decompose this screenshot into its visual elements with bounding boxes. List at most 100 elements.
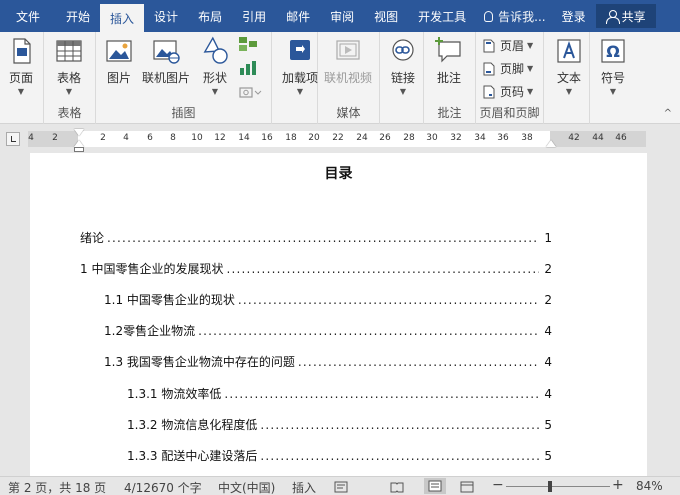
right-indent-marker[interactable] xyxy=(546,140,556,147)
pages-button[interactable]: 页面 ▼ xyxy=(6,34,36,96)
ruler-number: 22 xyxy=(332,133,344,143)
ribbon-tab-bar: 文件 开始 插入 设计 布局 引用 邮件 审阅 视图 开发工具 告诉我... 登… xyxy=(0,0,680,32)
symbols-label: 符号 xyxy=(600,71,625,85)
toc-page-number: 2 xyxy=(544,293,552,307)
zoom-in-button[interactable]: + xyxy=(612,477,624,493)
chevron-down-icon: ▼ xyxy=(609,87,617,96)
read-mode-icon[interactable] xyxy=(390,481,404,493)
tab-mailings[interactable]: 邮件 xyxy=(276,0,320,32)
table-button[interactable]: 表格 ▼ xyxy=(54,34,84,96)
login-button[interactable]: 登录 xyxy=(554,0,594,32)
picture-button[interactable]: 图片 xyxy=(104,34,134,86)
insert-mode-status[interactable]: 插入 xyxy=(292,479,316,495)
collapse-ribbon-icon[interactable]: ^ xyxy=(664,108,672,119)
tab-developer[interactable]: 开发工具 xyxy=(408,0,476,32)
group-links: 链接 ▼ xyxy=(380,32,424,124)
toc-page-number: 1 xyxy=(544,231,552,245)
tab-review[interactable]: 审阅 xyxy=(320,0,364,32)
smartart-icon[interactable] xyxy=(238,36,258,52)
zoom-slider[interactable] xyxy=(506,486,610,487)
ruler-number: 2 xyxy=(100,133,106,143)
toc-entry[interactable]: 1.3.1 物流效率低 ............................… xyxy=(127,385,552,402)
toc-entry[interactable]: 1.1 中国零售企业的现状 ..........................… xyxy=(104,291,552,308)
tab-stop-selector[interactable] xyxy=(6,132,20,146)
person-icon xyxy=(605,10,620,24)
page-count-status[interactable]: 第 2 页，共 18 页 xyxy=(8,479,106,495)
zoom-slider-thumb[interactable] xyxy=(547,481,552,492)
screenshot-icon[interactable] xyxy=(238,84,262,100)
tab-view[interactable]: 视图 xyxy=(364,0,408,32)
text-box-icon xyxy=(557,39,581,63)
svg-text:Ω: Ω xyxy=(606,42,620,61)
shapes-button[interactable]: 形状 ▼ xyxy=(200,34,230,96)
language-status[interactable]: 中文(中国) xyxy=(218,479,275,495)
web-layout-icon[interactable] xyxy=(460,481,474,493)
tab-design[interactable]: 设计 xyxy=(144,0,188,32)
tab-home[interactable]: 开始 xyxy=(56,0,100,32)
chevron-down-icon: ▼ xyxy=(399,87,407,96)
page-icon xyxy=(13,38,31,64)
ruler-number: 36 xyxy=(497,133,509,143)
page-number-label: 页码 xyxy=(500,85,525,99)
vertical-scrollbar[interactable] xyxy=(666,153,680,476)
toc-entry[interactable]: 1.3.2 物流信息化程度低 .........................… xyxy=(127,416,552,433)
share-button[interactable]: 共享 xyxy=(595,4,656,28)
tell-me-search[interactable]: 告诉我... xyxy=(476,0,553,32)
first-line-indent-marker[interactable] xyxy=(74,129,84,136)
tab-insert[interactable]: 插入 xyxy=(100,4,145,32)
ruler-number: 28 xyxy=(403,133,415,143)
group-addins: 加载项 ▼ xyxy=(272,32,318,124)
tab-references[interactable]: 引用 xyxy=(232,0,276,32)
symbols-button[interactable]: Ω 符号 ▼ xyxy=(598,34,628,96)
tell-me-label: 告诉我... xyxy=(498,9,546,24)
toc-leader: ........................................… xyxy=(198,324,539,338)
chart-icon[interactable] xyxy=(238,60,258,76)
zoom-out-button[interactable]: − xyxy=(492,477,504,493)
word-count-status[interactable]: 4/12670 个字 xyxy=(124,479,202,495)
toc-entry[interactable]: 1 中国零售企业的发展现状 ..........................… xyxy=(80,260,552,277)
page-number-button[interactable]: 页码 ▼ xyxy=(482,83,533,100)
group-pages: 页面 ▼ xyxy=(0,32,44,124)
chevron-down-icon: ▼ xyxy=(527,64,534,73)
links-button[interactable]: 链接 ▼ xyxy=(388,34,418,96)
print-layout-button[interactable] xyxy=(424,478,446,494)
macro-record-icon[interactable] xyxy=(334,481,348,493)
document-page[interactable]: 目录 绪论 ..................................… xyxy=(30,153,647,476)
addins-button[interactable]: 加载项 ▼ xyxy=(282,34,318,96)
header-button[interactable]: 页眉 ▼ xyxy=(482,37,533,54)
page-number-icon xyxy=(483,85,495,98)
footer-button[interactable]: 页脚 ▼ xyxy=(482,60,533,77)
toc-entry[interactable]: 1.2零售企业物流 ..............................… xyxy=(104,322,552,339)
ribbon-insert: 页面 ▼ 表格 ▼ 表格 图片 联机图片 形状 ▼ 插图 加载项 ▼ 联机视频 … xyxy=(0,32,680,124)
toc-entry[interactable]: 1.3 我国零售企业物流中存在的问题 .....................… xyxy=(104,353,552,370)
group-header-footer: 页眉 ▼ 页脚 ▼ 页码 ▼ 页眉和页脚 xyxy=(476,32,544,124)
chevron-down-icon: ▼ xyxy=(527,41,534,50)
hanging-indent-marker[interactable] xyxy=(74,140,84,147)
comment-label: 批注 xyxy=(436,71,461,85)
ruler-number: 16 xyxy=(261,133,273,143)
video-icon xyxy=(336,40,360,60)
toc-entry[interactable]: 绪论 .....................................… xyxy=(80,229,552,246)
online-picture-button[interactable]: 联机图片 xyxy=(142,34,190,86)
store-icon xyxy=(290,40,310,60)
tab-file[interactable]: 文件 xyxy=(0,0,56,32)
footer-label: 页脚 xyxy=(500,62,525,76)
ruler-number: 34 xyxy=(474,133,486,143)
online-picture-icon xyxy=(153,40,180,64)
left-indent-marker[interactable] xyxy=(74,147,84,152)
comment-button[interactable]: 批注 xyxy=(434,34,464,86)
group-table: 表格 ▼ 表格 xyxy=(44,32,96,124)
tab-layout[interactable]: 布局 xyxy=(188,0,232,32)
online-video-button[interactable]: 联机视频 xyxy=(324,34,372,86)
zoom-level[interactable]: 84% xyxy=(636,479,663,493)
toc-entry-text: 1.3.1 物流效率低 xyxy=(127,387,222,401)
group-label-media: 媒体 xyxy=(336,106,361,120)
horizontal-ruler[interactable]: 4 2 2 4 6 8 10 12 14 16 18 20 22 24 26 28 30 32 34 36 38 42 44… xyxy=(0,125,680,153)
table-label: 表格 xyxy=(56,71,81,85)
text-button[interactable]: 文本 ▼ xyxy=(554,34,584,96)
toc-leader: ........................................… xyxy=(260,449,539,463)
toc-entry[interactable]: 1.3.3 配送中心建设落后 .........................… xyxy=(127,447,552,464)
ruler-number: 2 xyxy=(52,133,58,143)
document-area[interactable]: 目录 绪论 ..................................… xyxy=(0,153,680,476)
toc-entry-text: 1.3.2 物流信息化程度低 xyxy=(127,418,258,432)
